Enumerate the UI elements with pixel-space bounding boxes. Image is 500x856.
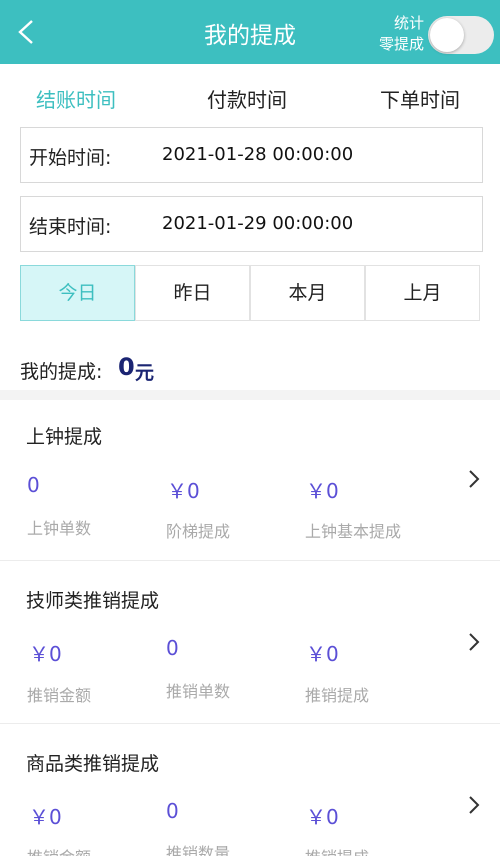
- stat-value: ￥0: [306, 805, 339, 829]
- range-yesterday-button[interactable]: 昨日: [135, 265, 250, 321]
- divider: [0, 723, 500, 724]
- start-time-value: 2021-01-28 00:00:00: [162, 144, 354, 165]
- start-time-label: 开始时间:: [29, 147, 112, 169]
- divider: [0, 560, 500, 561]
- chevron-right-icon[interactable]: [466, 631, 482, 653]
- section-gap: [0, 390, 500, 400]
- stat-caption: 推销数量: [166, 844, 231, 856]
- total-commission-value: 0: [118, 353, 135, 381]
- total-commission-unit: 元: [135, 362, 155, 384]
- range-today-button[interactable]: 今日: [20, 265, 135, 321]
- section-title: 上钟提成: [26, 426, 103, 448]
- page-title: 我的提成: [204, 23, 296, 49]
- stat-caption: 阶梯提成: [166, 522, 231, 541]
- tab-payment-time[interactable]: 付款时间: [207, 84, 287, 113]
- end-time-field[interactable]: 结束时间: 2021-01-29 00:00:00: [20, 196, 483, 252]
- stat-caption: 推销金额: [27, 686, 92, 705]
- stat-caption: 推销单数: [166, 682, 231, 701]
- tab-checkout-time[interactable]: 结账时间: [36, 84, 116, 113]
- stat-caption: 上钟单数: [27, 519, 92, 538]
- app-header: 我的提成 统计 零提成: [0, 0, 500, 64]
- start-time-field[interactable]: 开始时间: 2021-01-28 00:00:00: [20, 127, 483, 183]
- stat-value: ￥0: [29, 805, 62, 829]
- range-last-month-button[interactable]: 上月: [365, 265, 480, 321]
- range-this-month-button[interactable]: 本月: [250, 265, 365, 321]
- toggle-knob: [430, 18, 464, 52]
- stat-caption: 上钟基本提成: [305, 522, 402, 541]
- stat-value: ￥0: [306, 642, 339, 666]
- stat-caption: 推销金额: [27, 844, 91, 856]
- zero-commission-label: 统计 零提成: [378, 14, 424, 53]
- stat-caption: 推销提成: [305, 844, 369, 856]
- end-time-label: 结束时间:: [29, 216, 112, 238]
- stat-value: 0: [166, 799, 179, 823]
- stat-value: 0: [27, 473, 40, 497]
- end-time-value: 2021-01-29 00:00:00: [162, 213, 354, 234]
- total-commission-label: 我的提成:: [20, 361, 103, 383]
- tab-order-time[interactable]: 下单时间: [380, 84, 460, 113]
- chevron-right-icon[interactable]: [466, 794, 482, 816]
- stat-value: ￥0: [306, 479, 339, 503]
- zero-commission-toggle[interactable]: [428, 16, 494, 54]
- stat-caption: 推销提成: [305, 686, 370, 705]
- section-title: 技师类推销提成: [26, 590, 160, 612]
- stat-value: 0: [166, 636, 179, 660]
- stat-value: ￥0: [29, 642, 62, 666]
- section-title: 商品类推销提成: [26, 753, 160, 775]
- stat-value: ￥0: [167, 479, 200, 503]
- chevron-right-icon[interactable]: [466, 468, 482, 490]
